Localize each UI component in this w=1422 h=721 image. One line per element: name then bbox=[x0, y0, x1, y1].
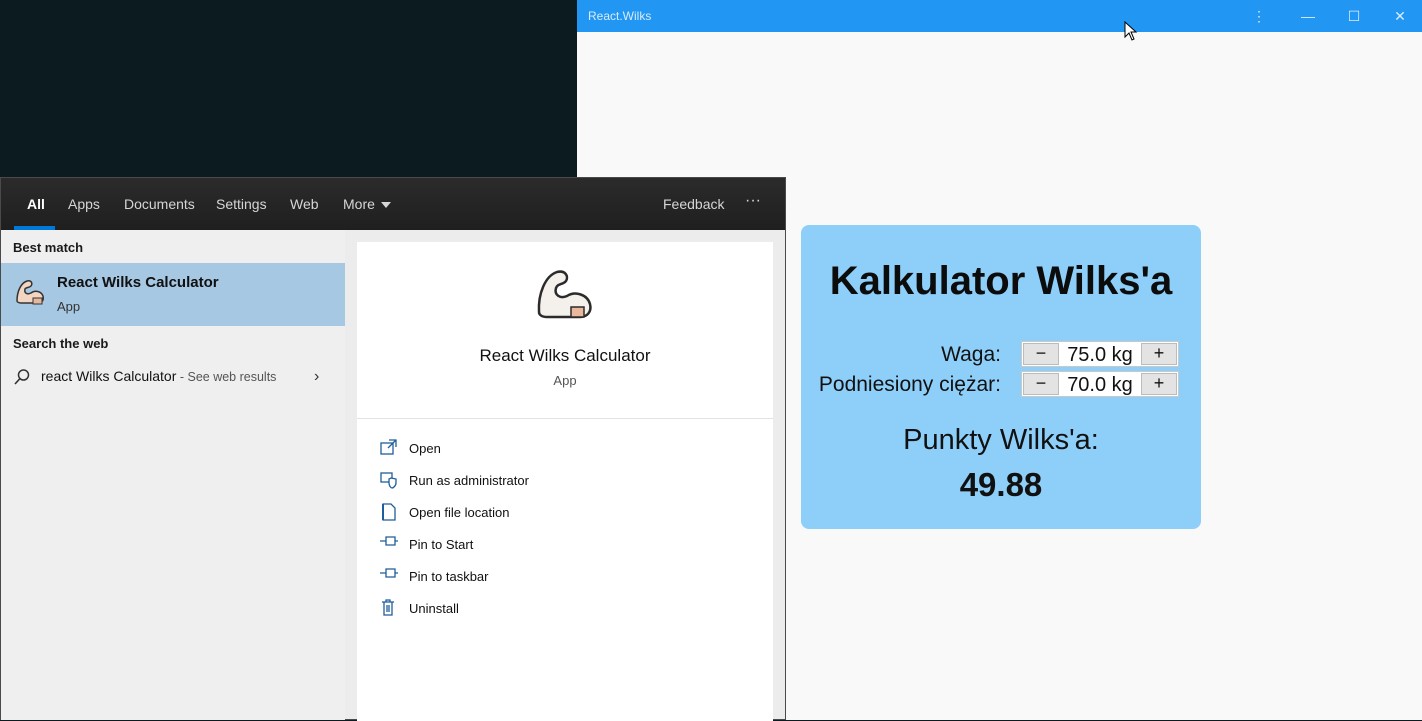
trash-icon bbox=[382, 599, 394, 616]
tab-apps[interactable]: Apps bbox=[68, 196, 100, 212]
action-open-label: Open bbox=[409, 441, 441, 456]
web-hint: - See web results bbox=[176, 370, 277, 384]
web-query: react Wilks Calculator bbox=[41, 368, 177, 384]
tab-documents[interactable]: Documents bbox=[124, 196, 195, 212]
card-heading: Kalkulator Wilks'a bbox=[829, 259, 1173, 303]
tab-web[interactable]: Web bbox=[290, 196, 319, 212]
lifted-increment-button[interactable]: + bbox=[1141, 373, 1177, 395]
wilks-card: Kalkulator Wilks'a Waga: − 75.0 kg + Pod… bbox=[801, 225, 1201, 529]
tab-more[interactable]: More bbox=[343, 196, 391, 212]
search-tab-bar: All Apps Documents Settings Web More Fee… bbox=[1, 178, 785, 230]
action-uninstall-label: Uninstall bbox=[409, 601, 459, 616]
weight-stepper[interactable]: − 75.0 kg + bbox=[1021, 341, 1179, 367]
close-button[interactable]: ✕ bbox=[1377, 0, 1422, 32]
weight-decrement-button[interactable]: − bbox=[1023, 343, 1059, 365]
flexed-arm-icon bbox=[16, 280, 44, 305]
pin-icon bbox=[380, 568, 398, 578]
weight-value[interactable]: 75.0 kg bbox=[1060, 344, 1140, 367]
pin-icon bbox=[380, 536, 398, 546]
search-icon bbox=[14, 369, 30, 385]
action-pin-to-start-label: Pin to Start bbox=[409, 537, 474, 552]
weight-label: Waga: bbox=[941, 343, 1001, 366]
lifted-row: Podniesiony ciężar: − 70.0 kg + bbox=[801, 371, 1201, 397]
action-pin-to-taskbar[interactable]: Pin to taskbar bbox=[379, 566, 759, 590]
weight-increment-button[interactable]: + bbox=[1141, 343, 1177, 365]
feedback-button[interactable]: Feedback bbox=[663, 196, 724, 212]
action-open-file-location-label: Open file location bbox=[409, 505, 510, 520]
flexed-arm-icon bbox=[537, 270, 592, 319]
best-match-item[interactable]: React Wilks Calculator App bbox=[1, 263, 345, 326]
best-match-type: App bbox=[57, 299, 81, 314]
start-search-panel: All Apps Documents Settings Web More Fee… bbox=[0, 177, 786, 721]
detail-divider bbox=[357, 418, 773, 419]
detail-app-type: App bbox=[553, 373, 577, 388]
action-uninstall[interactable]: Uninstall bbox=[379, 598, 759, 622]
tab-settings[interactable]: Settings bbox=[216, 196, 267, 212]
window-title: React.Wilks bbox=[588, 9, 652, 23]
detail-app-name: React Wilks Calculator bbox=[479, 346, 651, 365]
lifted-stepper[interactable]: − 70.0 kg + bbox=[1021, 371, 1179, 397]
more-options-button[interactable]: ··· bbox=[745, 192, 761, 210]
search-web-heading: Search the web bbox=[13, 336, 109, 351]
lifted-label: Podniesiony ciężar: bbox=[818, 373, 1001, 396]
result-label: Punkty Wilks'a: bbox=[903, 424, 1099, 456]
open-icon bbox=[380, 439, 397, 455]
tab-all[interactable]: All bbox=[27, 196, 45, 212]
mouse-cursor-icon bbox=[1124, 21, 1138, 41]
title-bar[interactable]: React.Wilks ⋮ — ☐ ✕ bbox=[577, 0, 1422, 32]
result-value: 49.88 bbox=[959, 466, 1043, 503]
lifted-value[interactable]: 70.0 kg bbox=[1060, 374, 1140, 397]
weight-row: Waga: − 75.0 kg + bbox=[801, 341, 1201, 367]
chevron-down-icon bbox=[380, 202, 391, 209]
detail-pane: React Wilks Calculator App Open Run as a… bbox=[357, 242, 773, 721]
action-open[interactable]: Open bbox=[379, 438, 759, 462]
action-pin-to-start[interactable]: Pin to Start bbox=[379, 534, 759, 558]
window-menu-button[interactable]: ⋮ bbox=[1236, 0, 1282, 32]
chevron-right-icon: › bbox=[314, 368, 320, 385]
action-open-file-location[interactable]: Open file location bbox=[379, 502, 759, 526]
minimize-button[interactable]: — bbox=[1285, 0, 1331, 32]
lifted-decrement-button[interactable]: − bbox=[1023, 373, 1059, 395]
shield-icon bbox=[380, 472, 397, 489]
action-pin-to-taskbar-label: Pin to taskbar bbox=[409, 569, 489, 584]
best-match-name: React Wilks Calculator bbox=[57, 274, 219, 291]
file-location-icon bbox=[382, 503, 396, 521]
action-run-as-admin-label: Run as administrator bbox=[409, 473, 529, 488]
results-pane: Best match React Wilks Calculator App Se… bbox=[1, 230, 345, 720]
tab-more-label: More bbox=[343, 196, 375, 212]
action-run-as-admin[interactable]: Run as administrator bbox=[379, 470, 759, 494]
web-search-item[interactable]: react Wilks Calculator - See web results… bbox=[1, 362, 345, 392]
maximize-button[interactable]: ☐ bbox=[1331, 0, 1377, 32]
best-match-heading: Best match bbox=[13, 240, 84, 255]
